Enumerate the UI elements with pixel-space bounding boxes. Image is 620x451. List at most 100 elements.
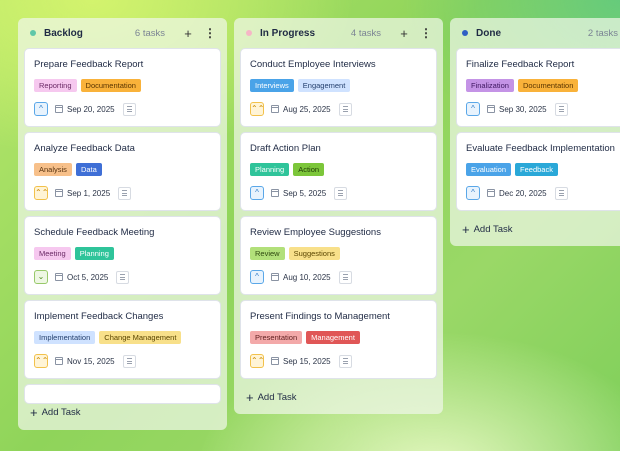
task-card[interactable]: Present Findings to Management Presentati… bbox=[240, 300, 437, 379]
task-count: 2 tasks bbox=[587, 27, 618, 39]
tag-badge: Finalization bbox=[466, 79, 514, 92]
calendar-icon bbox=[55, 273, 63, 281]
column-header: In Progress 4 tasks + ⋮ bbox=[234, 18, 443, 48]
task-card[interactable]: Evaluate Feedback Implementation Evaluati… bbox=[456, 132, 620, 211]
column-title: In Progress bbox=[260, 27, 316, 39]
due-date: Nov 15, 2025 bbox=[67, 356, 115, 366]
task-title: Present Findings to Management bbox=[250, 311, 390, 322]
priority-low-icon[interactable]: ^ bbox=[250, 186, 264, 200]
task-title: Draft Action Plan bbox=[250, 143, 321, 154]
calendar-icon bbox=[55, 357, 63, 365]
tag-badge: Action bbox=[293, 163, 325, 176]
task-card[interactable]: Prepare Feedback Report Reporting Document… bbox=[24, 48, 221, 127]
calendar-icon bbox=[271, 357, 279, 365]
due-date: Sep 20, 2025 bbox=[67, 104, 115, 114]
description-icon[interactable] bbox=[338, 270, 352, 284]
calendar-icon bbox=[271, 273, 279, 281]
tag-badge: Change Management bbox=[99, 331, 182, 344]
priority-low-icon[interactable]: ^ bbox=[466, 186, 480, 200]
priority-high-icon[interactable]: ⌃⌃ bbox=[250, 102, 264, 116]
task-meta: ^ Sep 30, 2025 bbox=[466, 101, 620, 117]
tag-list: Planning Action bbox=[250, 163, 427, 176]
more-options-icon[interactable]: ⋮ bbox=[419, 26, 433, 40]
task-card[interactable]: Conduct Employee Interviews Interviews Eng… bbox=[240, 48, 437, 127]
description-icon[interactable] bbox=[554, 102, 568, 116]
tag-badge: Review bbox=[250, 247, 285, 260]
more-options-icon[interactable]: ⋮ bbox=[203, 26, 217, 40]
task-card[interactable]: Draft Action Plan Planning Action ^ Sep 5, 2… bbox=[240, 132, 437, 211]
tag-badge: Presentation bbox=[250, 331, 303, 344]
due-date: Aug 25, 2025 bbox=[283, 104, 331, 114]
task-card[interactable]: Implement Feedback Changes Implementation… bbox=[24, 300, 221, 379]
add-task-label: Add Task bbox=[41, 407, 81, 418]
due-date: Dec 20, 2025 bbox=[499, 188, 547, 198]
tag-list: Interviews Engagement bbox=[250, 79, 427, 92]
tag-badge: Engagement bbox=[297, 79, 351, 92]
description-icon[interactable] bbox=[116, 270, 130, 284]
task-title: Evaluate Feedback Implementation bbox=[466, 143, 615, 154]
task-title: Conduct Employee Interviews bbox=[250, 59, 376, 70]
priority-high-icon[interactable]: ⌃⌃ bbox=[250, 354, 264, 368]
tag-list: Review Suggestions bbox=[250, 247, 427, 260]
description-icon[interactable] bbox=[122, 102, 136, 116]
add-icon[interactable]: + bbox=[397, 26, 411, 41]
description-icon[interactable] bbox=[338, 102, 352, 116]
tag-badge: Interviews bbox=[250, 79, 294, 92]
due-date: Sep 15, 2025 bbox=[283, 356, 331, 366]
priority-high-icon[interactable]: ⌃⌃ bbox=[34, 354, 48, 368]
column-header: Backlog 6 tasks + ⋮ bbox=[18, 18, 227, 48]
add-task-button[interactable]: + Add Task bbox=[462, 222, 513, 237]
due-date: Aug 10, 2025 bbox=[283, 272, 331, 282]
task-card[interactable]: Finalize Feedback Report Finalization Docu… bbox=[456, 48, 620, 127]
tag-badge: Feedback bbox=[515, 163, 558, 176]
task-meta: ^ Dec 20, 2025 bbox=[466, 185, 620, 201]
column-status-dot bbox=[246, 30, 252, 36]
description-icon[interactable] bbox=[122, 354, 136, 368]
description-icon[interactable] bbox=[554, 186, 568, 200]
task-card[interactable]: Review Employee Suggestions Review Suggest… bbox=[240, 216, 437, 295]
task-card[interactable] bbox=[24, 384, 221, 404]
description-icon[interactable] bbox=[118, 186, 132, 200]
due-date: Sep 30, 2025 bbox=[499, 104, 547, 114]
add-icon[interactable]: + bbox=[181, 26, 195, 41]
priority-high-icon[interactable]: ⌃⌃ bbox=[34, 186, 48, 200]
add-task-label: Add Task bbox=[257, 392, 297, 403]
priority-low-icon[interactable]: ^ bbox=[250, 270, 264, 284]
tag-badge: Documentation bbox=[517, 79, 579, 92]
tag-badge: Suggestions bbox=[288, 247, 340, 260]
calendar-icon bbox=[487, 105, 495, 113]
task-meta: ⌃⌃ Sep 15, 2025 bbox=[250, 353, 427, 369]
task-card[interactable]: Schedule Feedback Meeting Meeting Planning… bbox=[24, 216, 221, 295]
plus-icon: + bbox=[30, 405, 38, 420]
column-title: Done bbox=[476, 27, 501, 39]
plus-icon: + bbox=[246, 390, 254, 405]
add-task-label: Add Task bbox=[473, 224, 513, 235]
tag-list: Analysis Data bbox=[34, 163, 211, 176]
add-task-button[interactable]: + Add Task bbox=[246, 390, 297, 405]
column-status-dot bbox=[30, 30, 36, 36]
priority-low-icon[interactable]: ^ bbox=[34, 102, 48, 116]
priority-low-icon[interactable]: ^ bbox=[466, 102, 480, 116]
task-meta: ⌄ Oct 5, 2025 bbox=[34, 269, 211, 285]
calendar-icon bbox=[271, 189, 279, 197]
task-meta: ^ Sep 5, 2025 bbox=[250, 185, 427, 201]
description-icon[interactable] bbox=[338, 354, 352, 368]
card-list: Conduct Employee Interviews Interviews Eng… bbox=[234, 48, 443, 379]
tag-list: Finalization Documentation bbox=[466, 79, 620, 92]
task-title: Analyze Feedback Data bbox=[34, 143, 135, 154]
calendar-icon bbox=[55, 105, 63, 113]
description-icon[interactable] bbox=[334, 186, 348, 200]
task-title: Finalize Feedback Report bbox=[466, 59, 575, 70]
priority-lowest-icon[interactable]: ⌄ bbox=[34, 270, 48, 284]
tag-list: Implementation Change Management bbox=[34, 331, 211, 344]
tag-badge: Planning bbox=[250, 163, 290, 176]
tag-badge: Analysis bbox=[34, 163, 72, 176]
task-card[interactable]: Analyze Feedback Data Analysis Data ⌃⌃ Sep 1… bbox=[24, 132, 221, 211]
task-meta: ⌃⌃ Aug 25, 2025 bbox=[250, 101, 427, 117]
tag-badge: Evaluation bbox=[466, 163, 512, 176]
column-header: Done 2 tasks bbox=[450, 18, 620, 48]
tag-badge: Meeting bbox=[34, 247, 71, 260]
column-in-progress: In Progress 4 tasks + ⋮ Conduct Employee… bbox=[234, 18, 443, 414]
add-task-button[interactable]: + Add Task bbox=[30, 405, 81, 420]
card-list: Prepare Feedback Report Reporting Document… bbox=[18, 48, 227, 404]
